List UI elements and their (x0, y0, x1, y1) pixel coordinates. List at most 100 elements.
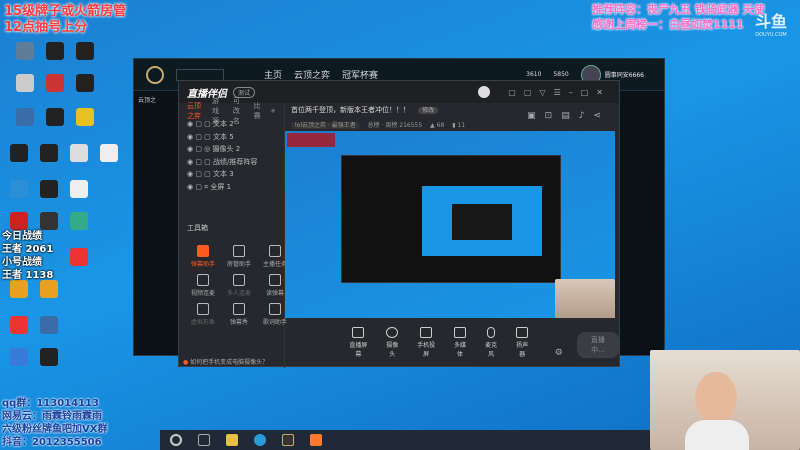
preview-nested-window (341, 155, 561, 283)
stats-line: 今日战绩 (2, 231, 42, 242)
desktop-icon[interactable] (46, 108, 64, 126)
task-view-icon[interactable] (198, 434, 210, 446)
tip-text: 如何把手机变成电脑摄像头？ (190, 359, 269, 366)
control-phone[interactable]: 手机投屏 (415, 327, 438, 358)
douyu-watermark: 斗鱼 DOUYU.COM (755, 8, 787, 38)
source-list: ◉ ▢ ▢ 文本 2 ◉ ▢ ▢ 文本 5 ◉ ▢ ◎ 摄像头 2 ◉ ▢ ▢ … (179, 118, 284, 193)
play-button[interactable] (176, 68, 224, 81)
desktop-icon[interactable] (76, 74, 94, 92)
game-side-item[interactable]: 云顶之 (138, 95, 156, 104)
contact-line: 抖音：2012355506 (2, 437, 102, 448)
stats-line: 小号战绩 (2, 257, 42, 268)
tip-link[interactable]: ● 如何把手机变成电脑摄像头？ (183, 357, 268, 366)
file-explorer-icon[interactable] (226, 434, 238, 446)
lol-taskbar-icon[interactable] (282, 434, 294, 446)
stats-overlay: 今日战绩 王者 2061 小号战绩 王者 1138 (2, 230, 53, 282)
tool-item[interactable]: 虚拟形象 (185, 303, 221, 326)
contact-line: 网易云：雨霖铃雨霖雨 (2, 411, 102, 422)
webcam-feed (650, 350, 800, 450)
sources-panel: 云顶之弈 游戏源 可改名 比赛 + ◉ ▢ ▢ 文本 2 ◉ ▢ ▢ 文本 5 … (179, 97, 287, 368)
source-item[interactable]: ◉ ▢ ◎ 摄像头 2 (187, 143, 284, 156)
tool-item[interactable]: 多人连麦 (221, 274, 257, 297)
desktop-icon[interactable] (10, 212, 28, 230)
tool-item[interactable]: 视频连麦 (185, 274, 221, 297)
desktop-icon[interactable] (16, 42, 34, 60)
scene-tab[interactable]: 比赛 (254, 101, 263, 121)
add-scene-button[interactable]: + (270, 107, 276, 115)
desktop-icon[interactable] (100, 144, 118, 162)
desktop-icon[interactable] (40, 280, 58, 298)
desktop-icon[interactable] (70, 180, 88, 198)
control-screen[interactable]: 直播屏幕 (347, 327, 370, 358)
edge-icon[interactable] (254, 434, 266, 446)
player-name: 圆事同安6666 (604, 72, 644, 79)
edit-title-button[interactable]: 修改 (418, 107, 439, 114)
control-speaker[interactable]: 扬声器 (514, 327, 531, 358)
room-action-icons[interactable]: ▣⊡▤♪⋖ (527, 111, 610, 121)
scene-tab[interactable]: 可改名 (233, 96, 246, 126)
desktop-icon[interactable] (10, 280, 28, 298)
control-media[interactable]: 多媒体 (452, 327, 469, 358)
streamer-face (695, 372, 737, 424)
desktop-icon[interactable] (10, 348, 28, 366)
desktop-icon[interactable] (40, 316, 58, 334)
control-camera[interactable]: 摄像头 (384, 327, 401, 358)
desktop-icon[interactable] (40, 212, 58, 230)
live-button[interactable]: 直播中... (576, 332, 620, 358)
control-label: 多媒体 (454, 342, 467, 358)
source-item[interactable]: ◉ ▢ ▢ 文本 3 (187, 168, 284, 181)
desktop-icon[interactable] (70, 248, 88, 266)
source-item[interactable]: ◉ ▢ ▢ 战绩/推荐阵容 (187, 156, 284, 169)
desktop-icon[interactable] (10, 316, 28, 334)
recommend-line: 推荐阵容：丧尸九五 铁骑武器 天使 (592, 3, 765, 16)
control-bar: 直播屏幕 摄像头 手机投屏 多媒体 麦克风 扬声器 ⚙ 直播中... (347, 327, 620, 358)
search-icon[interactable] (170, 434, 182, 446)
thanks-line: 感谢上周榜一：白昼如焚1111 (592, 18, 744, 31)
source-label: 文本 2 (213, 120, 234, 128)
desktop-icon[interactable] (46, 74, 64, 92)
lol-logo-icon (146, 65, 164, 84)
source-item[interactable]: ◉ ▢ ⌗ 全屏 1 (187, 181, 284, 194)
control-label: 麦克风 (485, 342, 498, 358)
toolbox-grid: 弹幕助手 房管助手 主播任务 视频连麦 多人连麦 读弹幕 虚拟形象 弹幕秀 歌词… (179, 241, 299, 330)
preview-nested-deep (452, 204, 512, 240)
desktop-icon[interactable] (16, 74, 34, 92)
right-overlay: 推荐阵容：丧尸九五 铁骑武器 天使 感谢上周榜一：白昼如焚1111 (592, 2, 765, 32)
watermark-sub: DOUYU.COM (755, 32, 787, 38)
desktop-icon[interactable] (70, 144, 88, 162)
desktop-icon[interactable] (10, 180, 28, 198)
desktop-icon[interactable] (76, 42, 94, 60)
desktop-icon[interactable] (40, 144, 58, 162)
currency-rp: 5850 (553, 71, 569, 78)
source-label: 全屏 1 (210, 182, 232, 191)
desktop-icon[interactable] (10, 144, 28, 162)
control-mic[interactable]: 麦克风 (483, 327, 500, 358)
control-label: 手机投屏 (417, 342, 436, 358)
desktop-icon[interactable] (40, 348, 58, 366)
desktop-icon[interactable] (16, 108, 34, 126)
desktop-icon[interactable] (46, 42, 64, 60)
room-title: 首位两千登顶，新版本王者冲位！！！ (291, 106, 410, 114)
contact-overlay: qq群：113014113 网易云：雨霖铃雨霖雨 六级粉丝牌鱼吧加VX群 抖音：… (2, 397, 107, 449)
tool-danmu[interactable]: 弹幕助手 (185, 245, 221, 268)
overlay-title-line2: 12点抽号上分 (4, 20, 88, 35)
desktop-icon[interactable] (40, 180, 58, 198)
toolbox-title: 工具箱 (187, 224, 208, 232)
stream-app-taskbar-icon[interactable] (310, 434, 322, 446)
tool-item[interactable]: 房管助手 (221, 245, 257, 268)
window-controls[interactable]: ▢▢▽☰–□✕ (508, 88, 611, 97)
source-label: 战绩/推荐阵容 (213, 157, 258, 166)
tool-label: 读弹幕 (265, 290, 284, 297)
control-label: 扬声器 (516, 342, 529, 358)
desktop-icon[interactable] (70, 212, 88, 230)
user-avatar[interactable] (478, 86, 491, 98)
desktop-icon[interactable] (76, 108, 94, 126)
settings-icon[interactable]: ⚙ (555, 348, 563, 358)
stream-preview (285, 131, 615, 318)
room-rank: 总榜 · 周榜 216555 (367, 122, 423, 129)
category-selector[interactable]: lol云顶之弈 · 最强王者 (291, 122, 360, 129)
tool-label: 房管助手 (226, 261, 251, 268)
tool-label: 多人连麦 (226, 290, 251, 297)
tool-item[interactable]: 弹幕秀 (221, 303, 257, 326)
source-item[interactable]: ◉ ▢ ▢ 文本 5 (187, 131, 284, 144)
